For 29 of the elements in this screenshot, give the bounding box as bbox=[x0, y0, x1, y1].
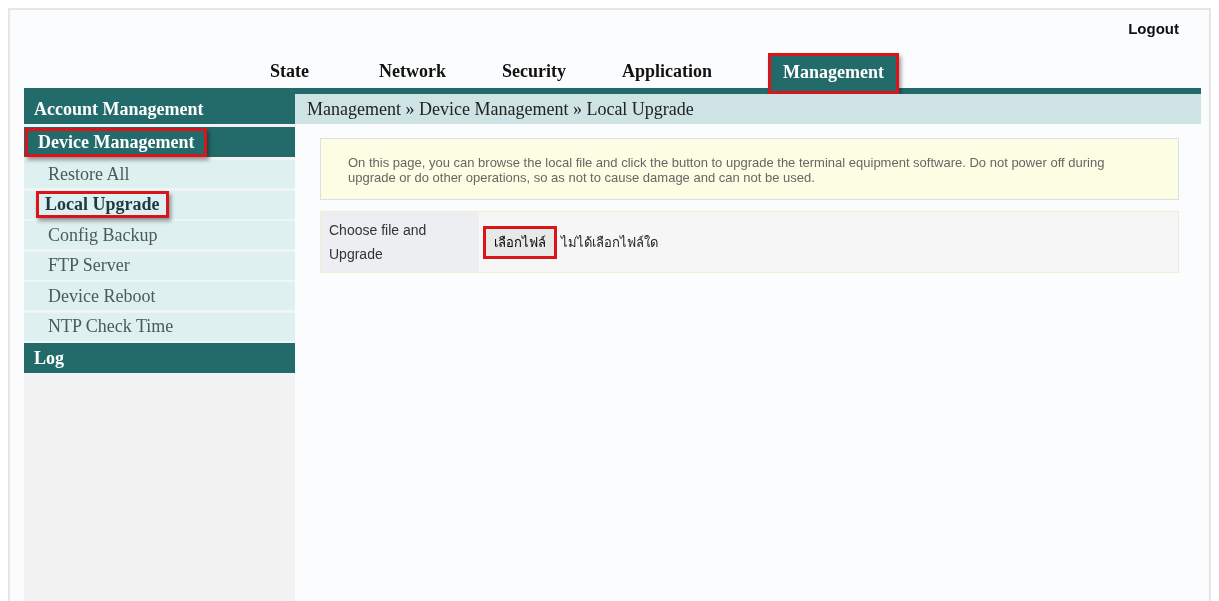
nav-tab[interactable]: State bbox=[249, 53, 309, 88]
breadcrumb: Management » Device Management » Local Upgrade bbox=[295, 94, 1201, 124]
item-label: Config Backup bbox=[47, 223, 159, 247]
item-label: Restore All bbox=[47, 162, 131, 186]
item-label: FTP Server bbox=[47, 254, 131, 277]
logout-link[interactable]: Logout bbox=[1128, 20, 1179, 38]
nav-tab[interactable]: Network bbox=[379, 53, 446, 88]
sidebar-item[interactable]: Restore All bbox=[24, 160, 295, 190]
group-label: Account Management bbox=[33, 97, 205, 121]
notice-text: On this page, you can browse the local file and click the button to upgrade the terminal equipment software. Do not power off during upgrade or do other operations, so as not to cause damage and can not be used. bbox=[320, 138, 1179, 200]
nav-tab[interactable]: Application bbox=[621, 53, 712, 88]
field-label: Choose file and Upgrade bbox=[321, 212, 479, 272]
nav-tab[interactable]: Management bbox=[768, 53, 899, 94]
group-label: Log bbox=[33, 346, 65, 370]
sidebar-group-header[interactable]: Account Management bbox=[24, 94, 295, 124]
file-status-text: ไม่ได้เลือกไฟล์ใด bbox=[561, 233, 658, 252]
item-label: NTP Check Time bbox=[47, 315, 175, 338]
sidebar-item[interactable]: FTP Server bbox=[24, 251, 295, 282]
choose-file-button[interactable]: เลือกไฟล์ bbox=[483, 225, 557, 259]
item-label: Device Reboot bbox=[47, 284, 157, 308]
sidebar-item[interactable]: Config Backup bbox=[24, 221, 295, 251]
sidebar-item[interactable]: NTP Check Time bbox=[24, 312, 295, 343]
group-label: Device Management bbox=[25, 127, 208, 157]
nav-tab[interactable]: Security bbox=[502, 53, 566, 88]
sidebar-item[interactable]: Device Reboot bbox=[24, 282, 295, 312]
sidebar-group-header[interactable]: Device Management bbox=[24, 127, 295, 157]
sidebar-item[interactable]: Local Upgrade bbox=[24, 190, 295, 221]
item-label: Local Upgrade bbox=[36, 191, 169, 218]
sidebar-group-header[interactable]: Log bbox=[24, 343, 295, 373]
